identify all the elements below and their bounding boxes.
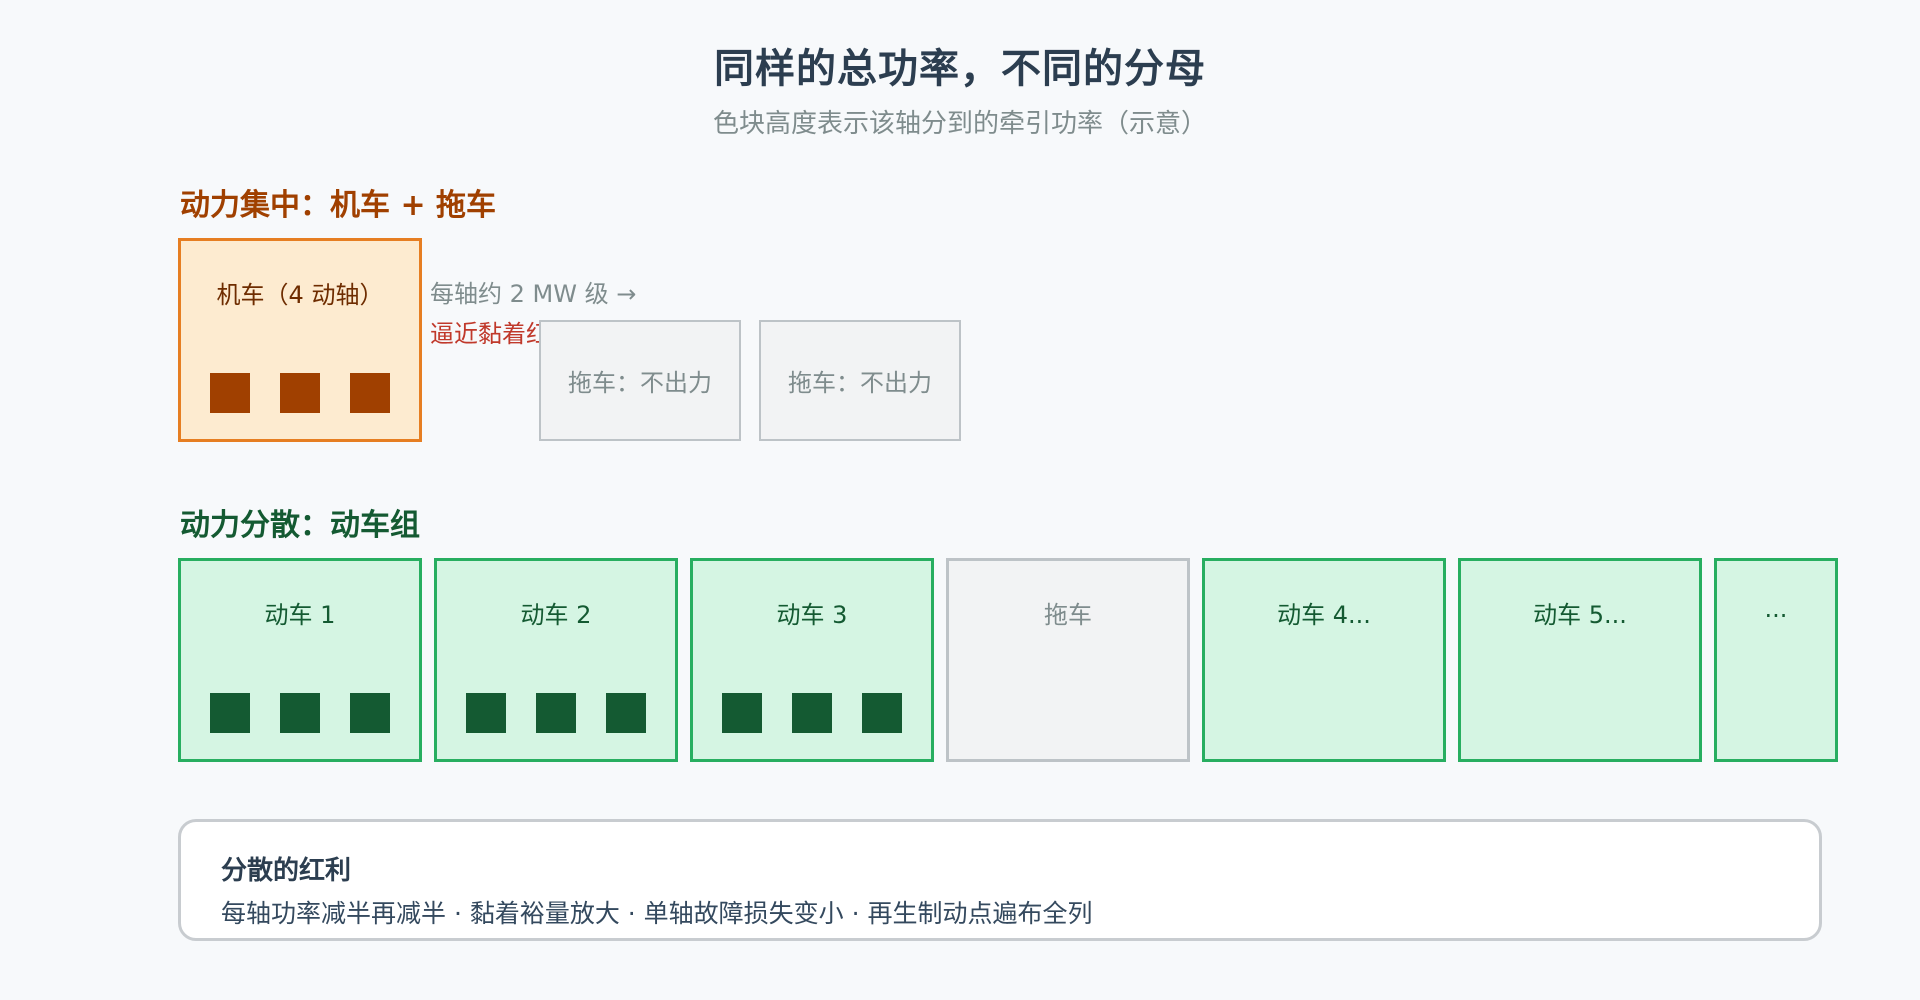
emu-car-label: 动车 4... <box>1277 601 1371 629</box>
emu-trailer-car: 拖车 <box>946 558 1190 762</box>
locomotive-power-blocks <box>181 373 419 413</box>
emu-power-blocks <box>693 693 931 733</box>
trailer-car-1: 拖车：不出力 <box>539 320 741 441</box>
emu-power-blocks <box>437 693 675 733</box>
emu-car-label: 动车 3 <box>776 601 848 629</box>
emu-car-label: 动车 2 <box>520 601 592 629</box>
locomotive-car: 机车（4 动轴） <box>178 238 422 442</box>
power-block <box>862 693 902 733</box>
power-block <box>466 693 506 733</box>
per-axle-note: 每轴约 2 MW 级 → <box>430 280 637 308</box>
trailer-label: 拖车：不出力 <box>788 369 932 397</box>
emu-car-label: 拖车 <box>1044 601 1092 629</box>
emu-motor-car-3: 动车 3 <box>690 558 934 762</box>
benefits-panel: 分散的红利 每轴功率减半再减半 · 黏着裕量放大 · 单轴故障损失变小 · 再生… <box>178 819 1822 941</box>
page-title: 同样的总功率，不同的分母 <box>714 46 1206 92</box>
benefits-body: 每轴功率减半再减半 · 黏着裕量放大 · 单轴故障损失变小 · 再生制动点遍布全… <box>221 899 1093 928</box>
power-block <box>536 693 576 733</box>
emu-motor-car-2: 动车 2 <box>434 558 678 762</box>
power-block <box>210 693 250 733</box>
distributed-heading: 动力分散：动车组 <box>180 508 420 543</box>
trailer-car-2: 拖车：不出力 <box>759 320 961 441</box>
emu-motor-car-5: 动车 5... <box>1458 558 1702 762</box>
emu-motor-car-1: 动车 1 <box>178 558 422 762</box>
power-block <box>792 693 832 733</box>
power-block <box>722 693 762 733</box>
locomotive-label: 机车（4 动轴） <box>216 281 384 309</box>
power-block <box>350 693 390 733</box>
emu-car-label: ... <box>1764 595 1788 623</box>
emu-car-label: 动车 5... <box>1533 601 1627 629</box>
power-block <box>280 693 320 733</box>
benefits-title: 分散的红利 <box>221 856 352 886</box>
emu-power-blocks <box>181 693 419 733</box>
power-block <box>280 373 320 413</box>
power-block <box>350 373 390 413</box>
page-subtitle: 色块高度表示该轴分到的牵引功率（示意） <box>712 109 1207 139</box>
emu-more-cars: ... <box>1714 558 1838 762</box>
trailer-label: 拖车：不出力 <box>568 369 712 397</box>
power-block <box>606 693 646 733</box>
concentrated-heading: 动力集中：机车 + 拖车 <box>180 188 497 223</box>
emu-car-label: 动车 1 <box>264 601 336 629</box>
power-block <box>210 373 250 413</box>
emu-motor-car-4: 动车 4... <box>1202 558 1446 762</box>
